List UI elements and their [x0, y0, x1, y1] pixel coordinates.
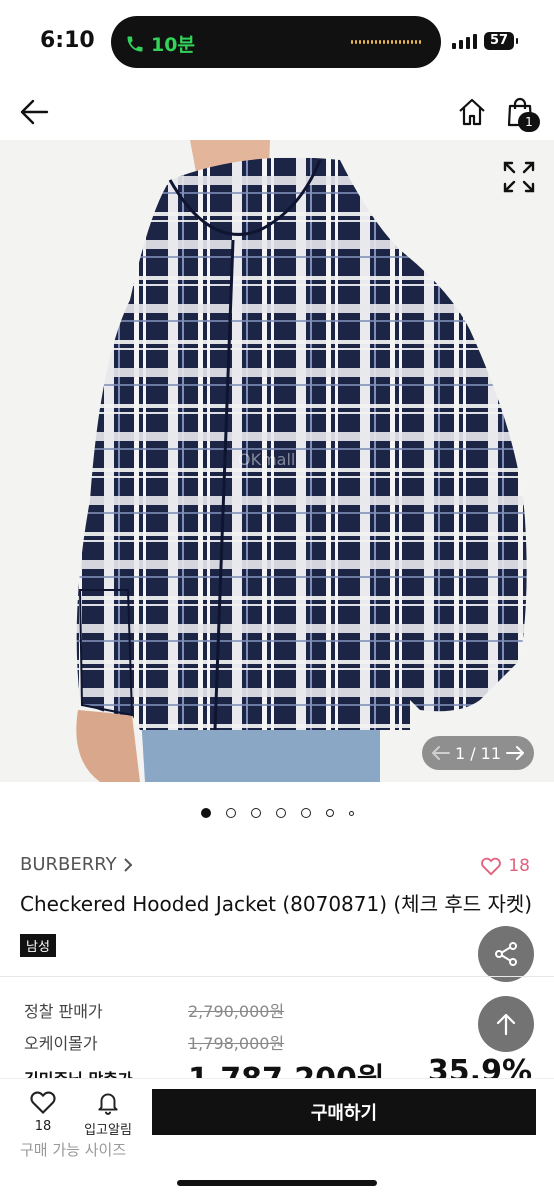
cart-count-badge: 1	[518, 112, 540, 132]
status-bar: 6:10 10분 57	[0, 0, 554, 84]
page-dot[interactable]	[300, 808, 311, 818]
heart-icon	[30, 1091, 56, 1114]
fullscreen-button[interactable]	[502, 160, 536, 198]
dynamic-island[interactable]: 10분	[111, 16, 441, 68]
restock-alert-button[interactable]: 입고알림	[76, 1089, 140, 1138]
status-time: 6:10	[40, 28, 95, 53]
page-dot[interactable]	[325, 809, 334, 817]
arrow-up-icon	[496, 1013, 516, 1036]
brand-name: BURBERRY	[20, 854, 117, 875]
share-button[interactable]	[478, 926, 534, 982]
list-price-label: 정찰 판매가	[24, 1002, 103, 1021]
home-indicator[interactable]	[177, 1180, 377, 1186]
home-icon	[459, 98, 485, 126]
section-divider	[0, 976, 554, 977]
next-arrow-icon[interactable]	[505, 746, 524, 760]
wishlist-count: 18	[34, 1119, 52, 1134]
like-count: 18	[508, 856, 530, 876]
okmall-price-label: 오케이몰가	[24, 1034, 98, 1053]
bell-icon	[98, 1093, 118, 1115]
page-dot[interactable]	[348, 810, 354, 816]
arrow-left-icon	[20, 99, 49, 125]
gallery-pagination	[0, 808, 554, 818]
okmall-price-value: 1,798,000원	[188, 1034, 285, 1053]
page-dot[interactable]	[225, 808, 236, 818]
gender-tag: 남성	[20, 934, 56, 957]
image-counter: 1 / 11	[422, 736, 534, 770]
call-duration: 10분	[151, 34, 195, 56]
brand-link[interactable]: BURBERRY	[20, 854, 133, 875]
list-price-value: 2,790,000원	[188, 1002, 285, 1021]
call-indicator: 10분	[125, 30, 195, 57]
back-button[interactable]	[14, 92, 54, 132]
page-dot[interactable]	[200, 808, 211, 818]
wishlist-button[interactable]: 18	[20, 1089, 66, 1134]
expand-icon	[503, 161, 535, 193]
image-counter-text: 1 / 11	[454, 743, 502, 763]
audio-wave-icon	[351, 40, 421, 44]
chevron-right-icon	[123, 857, 133, 872]
watermark-text: OKmall	[238, 450, 296, 469]
like-button[interactable]: 18	[480, 856, 530, 876]
share-icon	[495, 942, 517, 966]
buy-button[interactable]: 구매하기	[152, 1089, 536, 1135]
home-button[interactable]	[452, 92, 492, 132]
app-bar	[0, 84, 554, 140]
product-title: Checkered Hooded Jacket (8070871) (체크 후드…	[20, 892, 533, 916]
product-image-gallery[interactable]: OKmall 1 / 11	[0, 140, 554, 782]
battery-icon: 57	[484, 32, 518, 50]
available-sizes-label: 구매 가능 사이즈	[20, 1141, 127, 1159]
restock-label: 입고알림	[84, 1123, 132, 1138]
signal-icon	[452, 34, 477, 49]
page-dot[interactable]	[275, 808, 286, 818]
heart-outline-icon	[481, 857, 502, 876]
phone-icon	[127, 36, 143, 51]
prev-arrow-icon[interactable]	[432, 746, 450, 760]
scroll-top-button[interactable]	[478, 996, 534, 1052]
page-dot[interactable]	[250, 808, 261, 818]
